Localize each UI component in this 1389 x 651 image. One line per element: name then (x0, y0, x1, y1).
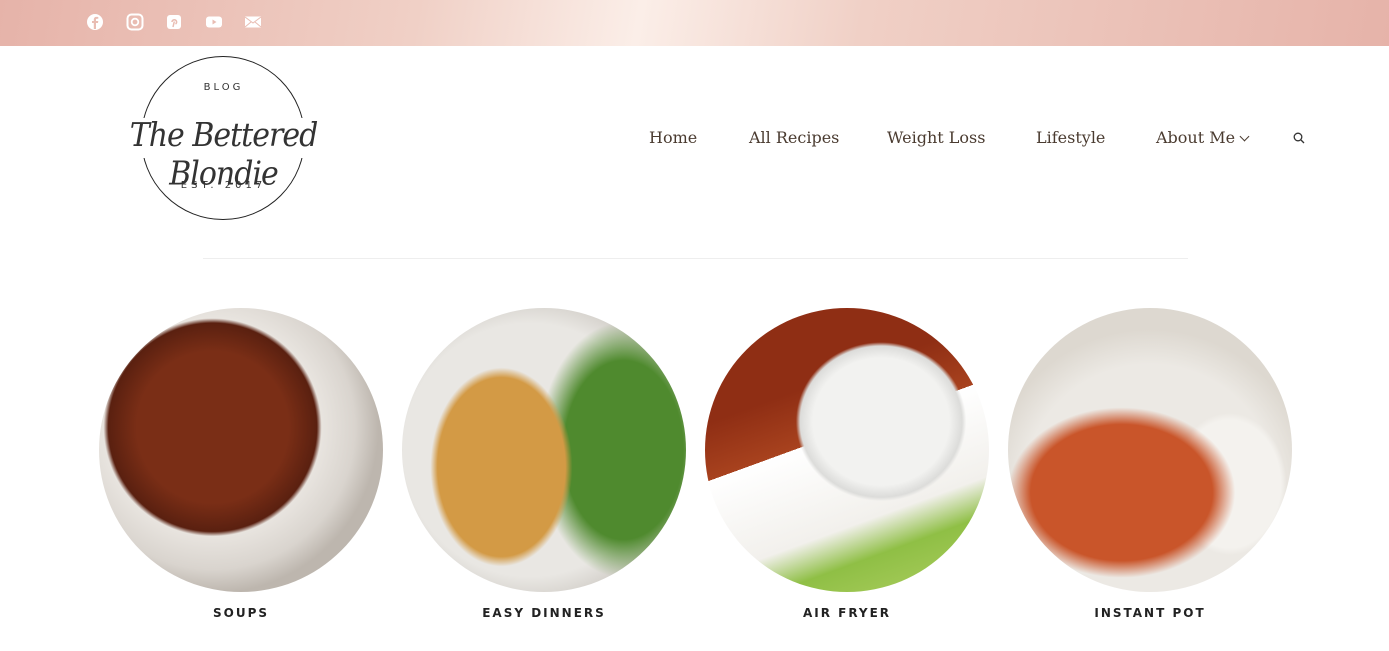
header-divider (203, 258, 1188, 259)
category-easy-dinners[interactable]: EASY DINNERS (402, 308, 686, 620)
youtube-link[interactable] (205, 13, 223, 31)
category-soups[interactable]: SOUPS (99, 308, 383, 620)
nav-lifestyle[interactable]: Lifestyle (1036, 128, 1105, 147)
nav-about-me[interactable]: About Me (1156, 128, 1250, 147)
youtube-icon (206, 16, 222, 28)
category-label: EASY DINNERS (482, 606, 606, 620)
nav-weight-loss[interactable]: Weight Loss (887, 128, 985, 147)
pinterest-icon (167, 15, 181, 29)
category-label: INSTANT POT (1094, 606, 1206, 620)
facebook-link[interactable] (86, 13, 104, 31)
category-label: AIR FRYER (802, 606, 892, 620)
category-image (402, 308, 686, 592)
logo-est-text: EST. 2017 (180, 180, 267, 191)
instagram-icon (126, 13, 144, 31)
instagram-link[interactable] (126, 13, 144, 31)
pinterest-link[interactable] (165, 13, 183, 31)
category-label: SOUPS (212, 606, 270, 620)
nav-about-me-label: About Me (1156, 128, 1236, 147)
logo-blog-text: BLOG (203, 82, 244, 93)
category-image (99, 308, 383, 592)
social-topbar (0, 0, 1389, 46)
category-image (1008, 308, 1292, 592)
chevron-down-icon (1239, 131, 1250, 142)
category-image (705, 308, 989, 592)
nav-all-recipes[interactable]: All Recipes (749, 128, 839, 147)
category-air-fryer[interactable]: AIR FRYER (705, 308, 989, 620)
nav-home[interactable]: Home (649, 128, 697, 147)
site-logo[interactable]: BLOG The Bettered Blondie EST. 2017 (86, 56, 361, 222)
category-instant-pot[interactable]: INSTANT POT (1008, 308, 1292, 620)
search-icon[interactable] (1293, 132, 1305, 144)
facebook-icon (87, 14, 103, 30)
email-link[interactable] (244, 13, 262, 31)
email-icon (244, 16, 262, 28)
